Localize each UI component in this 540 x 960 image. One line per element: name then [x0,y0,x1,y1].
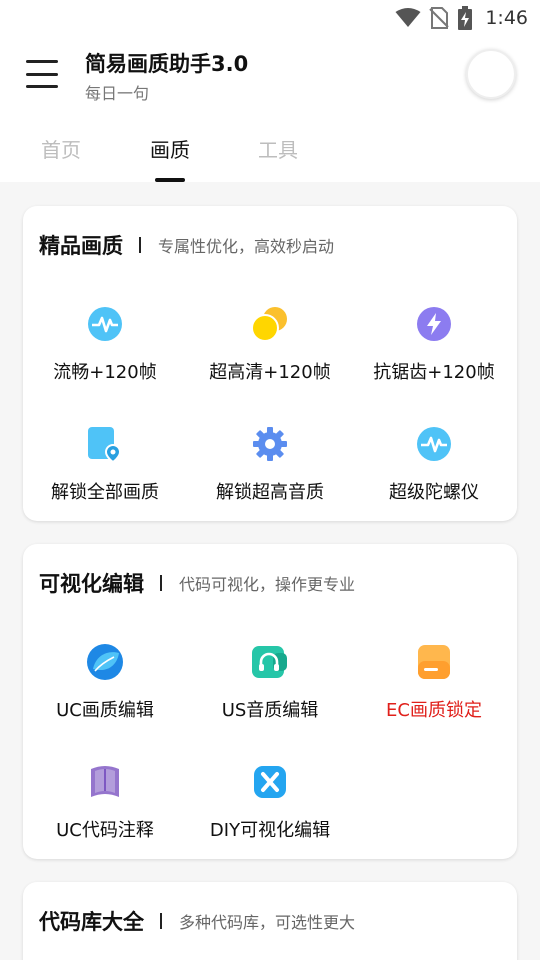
tile-unlock-all-quality[interactable]: 解锁全部画质 [23,424,187,524]
tab-indicator [155,178,185,182]
circles-icon [250,304,290,344]
tile-label: EC画质锁定 [386,700,482,721]
location-doc-icon [85,424,125,464]
tile-diy-visual-edit[interactable]: DIY可视化编辑 [188,762,352,862]
menu-icon-line [26,85,58,88]
tab-quality[interactable]: 画质 [150,134,190,163]
card-header: 代码库大全 多种代码库，可选性更大 [39,906,355,936]
gear-icon [250,424,290,464]
battery-charging-icon [458,6,473,30]
card-divider [160,575,162,591]
card-divider [160,913,162,929]
tile-label: 抗锯齿+120帧 [373,362,495,383]
card-subtitle: 专属性优化，高效秒启动 [158,237,335,256]
card-title: 精品画质 [39,234,123,258]
daily-quote[interactable]: 每日一句 [85,80,149,104]
tile-label: 超高清+120帧 [209,362,331,383]
tile-us-audio-edit[interactable]: US音质编辑 [188,642,352,742]
app-header: 简易画质助手3.0 每日一句 首页 画质 工具 [0,36,540,182]
card-header: 可视化编辑 代码可视化，操作更专业 [39,568,355,598]
tile-uhd-120fps[interactable]: 超高清+120帧 [188,304,352,404]
tile-label: DIY可视化编辑 [209,820,331,841]
blue-x-icon [250,762,290,802]
tile-antialias-120fps[interactable]: 抗锯齿+120帧 [352,304,516,404]
pulse-icon [85,304,125,344]
bolt-icon [414,304,454,344]
tab-home[interactable]: 首页 [41,134,81,163]
tile-label: UC画质编辑 [56,700,154,721]
tile-smooth-120fps[interactable]: 流畅+120帧 [23,304,187,404]
card-premium-quality: 精品画质 专属性优化，高效秒启动 流畅+120帧 超高清+120帧 抗锯齿+12… [23,206,517,521]
app-title: 简易画质助手3.0 [85,52,249,76]
tab-tools[interactable]: 工具 [258,134,298,163]
card-subtitle: 代码可视化，操作更专业 [179,575,356,594]
tile-uc-quality-edit[interactable]: UC画质编辑 [23,642,187,742]
card-divider [139,237,141,253]
card-header: 精品画质 专属性优化，高效秒启动 [39,230,334,260]
pulse-icon [414,424,454,464]
tile-label: 解锁全部画质 [51,482,159,503]
wifi-icon [395,8,421,27]
status-bar: 1:46 [0,0,540,36]
menu-button[interactable] [26,60,58,88]
tile-unlock-hifi-audio[interactable]: 解锁超高音质 [188,424,352,524]
tile-label: 超级陀螺仪 [389,482,479,503]
headphone-icon [250,642,290,682]
menu-icon-line [26,72,58,76]
card-visual-editing: 可视化编辑 代码可视化，操作更专业 UC画质编辑 US音质编辑 EC画质锁定 U… [23,544,517,859]
orange-card-icon [414,642,454,682]
status-time: 1:46 [485,7,528,29]
tile-label: 解锁超高音质 [216,482,324,503]
blue-leaf-icon [85,642,125,682]
tab-bar: 首页 画质 工具 [0,132,540,182]
no-sim-icon [429,7,450,29]
menu-icon-line [26,60,58,63]
card-code-library: 代码库大全 多种代码库，可选性更大 [23,882,517,960]
card-title: 可视化编辑 [39,572,144,596]
tile-label: UC代码注释 [56,820,154,841]
tile-ec-quality-lock[interactable]: EC画质锁定 [352,642,516,742]
purple-book-icon [85,762,125,802]
tile-label: 流畅+120帧 [53,362,157,383]
card-title: 代码库大全 [39,910,144,934]
tile-super-gyroscope[interactable]: 超级陀螺仪 [352,424,516,524]
tile-label: US音质编辑 [221,700,319,721]
tile-uc-code-comment[interactable]: UC代码注释 [23,762,187,862]
card-subtitle: 多种代码库，可选性更大 [179,913,356,932]
avatar[interactable] [466,49,516,99]
